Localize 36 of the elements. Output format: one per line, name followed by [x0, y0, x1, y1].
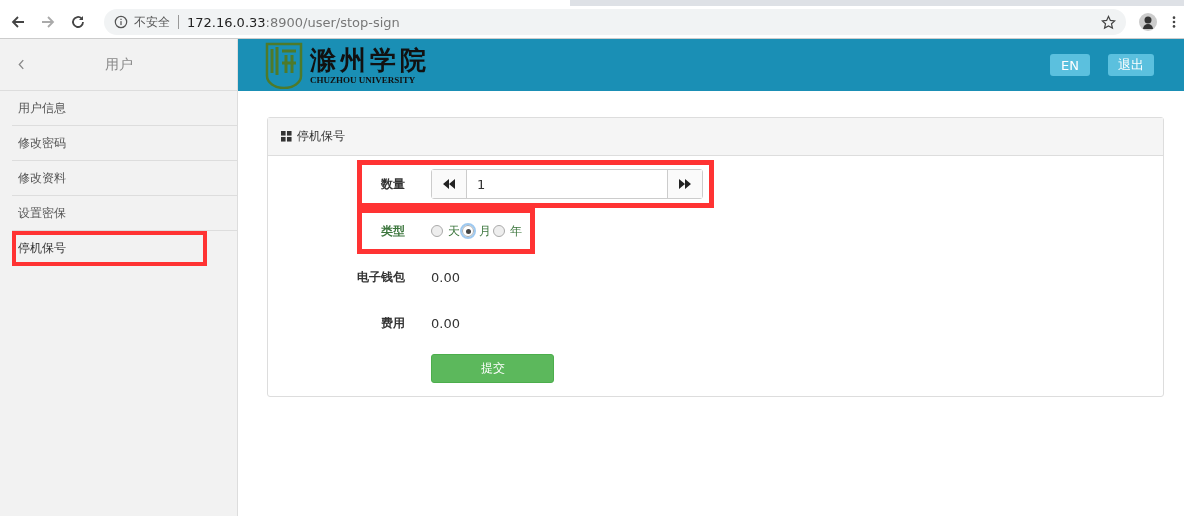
field-label: 电子钱包	[357, 268, 405, 286]
grid-icon	[281, 131, 292, 142]
radio-label: 年	[510, 222, 522, 240]
field-label: 类型	[381, 222, 405, 240]
stepper-field[interactable]: 1	[431, 169, 703, 199]
field-value: 0.00	[431, 315, 460, 331]
quantity-value: 1	[476, 175, 487, 194]
increase-icon[interactable]	[667, 170, 702, 198]
security-label: 不安全	[134, 13, 170, 31]
menu-icon[interactable]	[1172, 15, 1176, 29]
panel-title: 停机保号	[297, 128, 345, 145]
decrease-icon[interactable]	[432, 170, 467, 198]
reload-icon[interactable]	[70, 14, 86, 30]
field-label: 费用	[381, 314, 405, 332]
radio-button[interactable]	[431, 225, 443, 237]
sidebar-item[interactable]: 用户信息	[12, 91, 237, 126]
sidebar-item[interactable]: 修改密码	[12, 126, 237, 161]
field-label: 数量	[381, 175, 405, 193]
sidebar-item[interactable]: 修改资料	[12, 161, 237, 196]
avatar-icon[interactable]	[1138, 12, 1158, 32]
radio-label: 月	[479, 222, 491, 240]
sidebar-item[interactable]: 设置密保	[12, 196, 237, 231]
logo-name: 滁州学院	[310, 45, 430, 75]
logo-subtitle: CHUZHOU UNIVERSITY	[310, 75, 417, 85]
field-value: 0.00	[431, 269, 460, 285]
info-icon	[114, 15, 128, 29]
radio-button[interactable]	[493, 225, 505, 237]
star-icon[interactable]	[1101, 14, 1116, 30]
sidebar-title: 用户	[105, 55, 133, 74]
back-icon[interactable]	[10, 14, 26, 30]
emblem-icon	[264, 41, 304, 89]
sidebar-item[interactable]: 停机保号	[12, 231, 207, 266]
url-text: 172.16.0.33:8900/user/stop-sign	[187, 14, 401, 30]
radio-label: 天	[448, 222, 460, 240]
radio-button[interactable]	[462, 225, 474, 237]
address-bar[interactable]: 不安全 172.16.0.33:8900/user/stop-sign	[104, 9, 1126, 35]
